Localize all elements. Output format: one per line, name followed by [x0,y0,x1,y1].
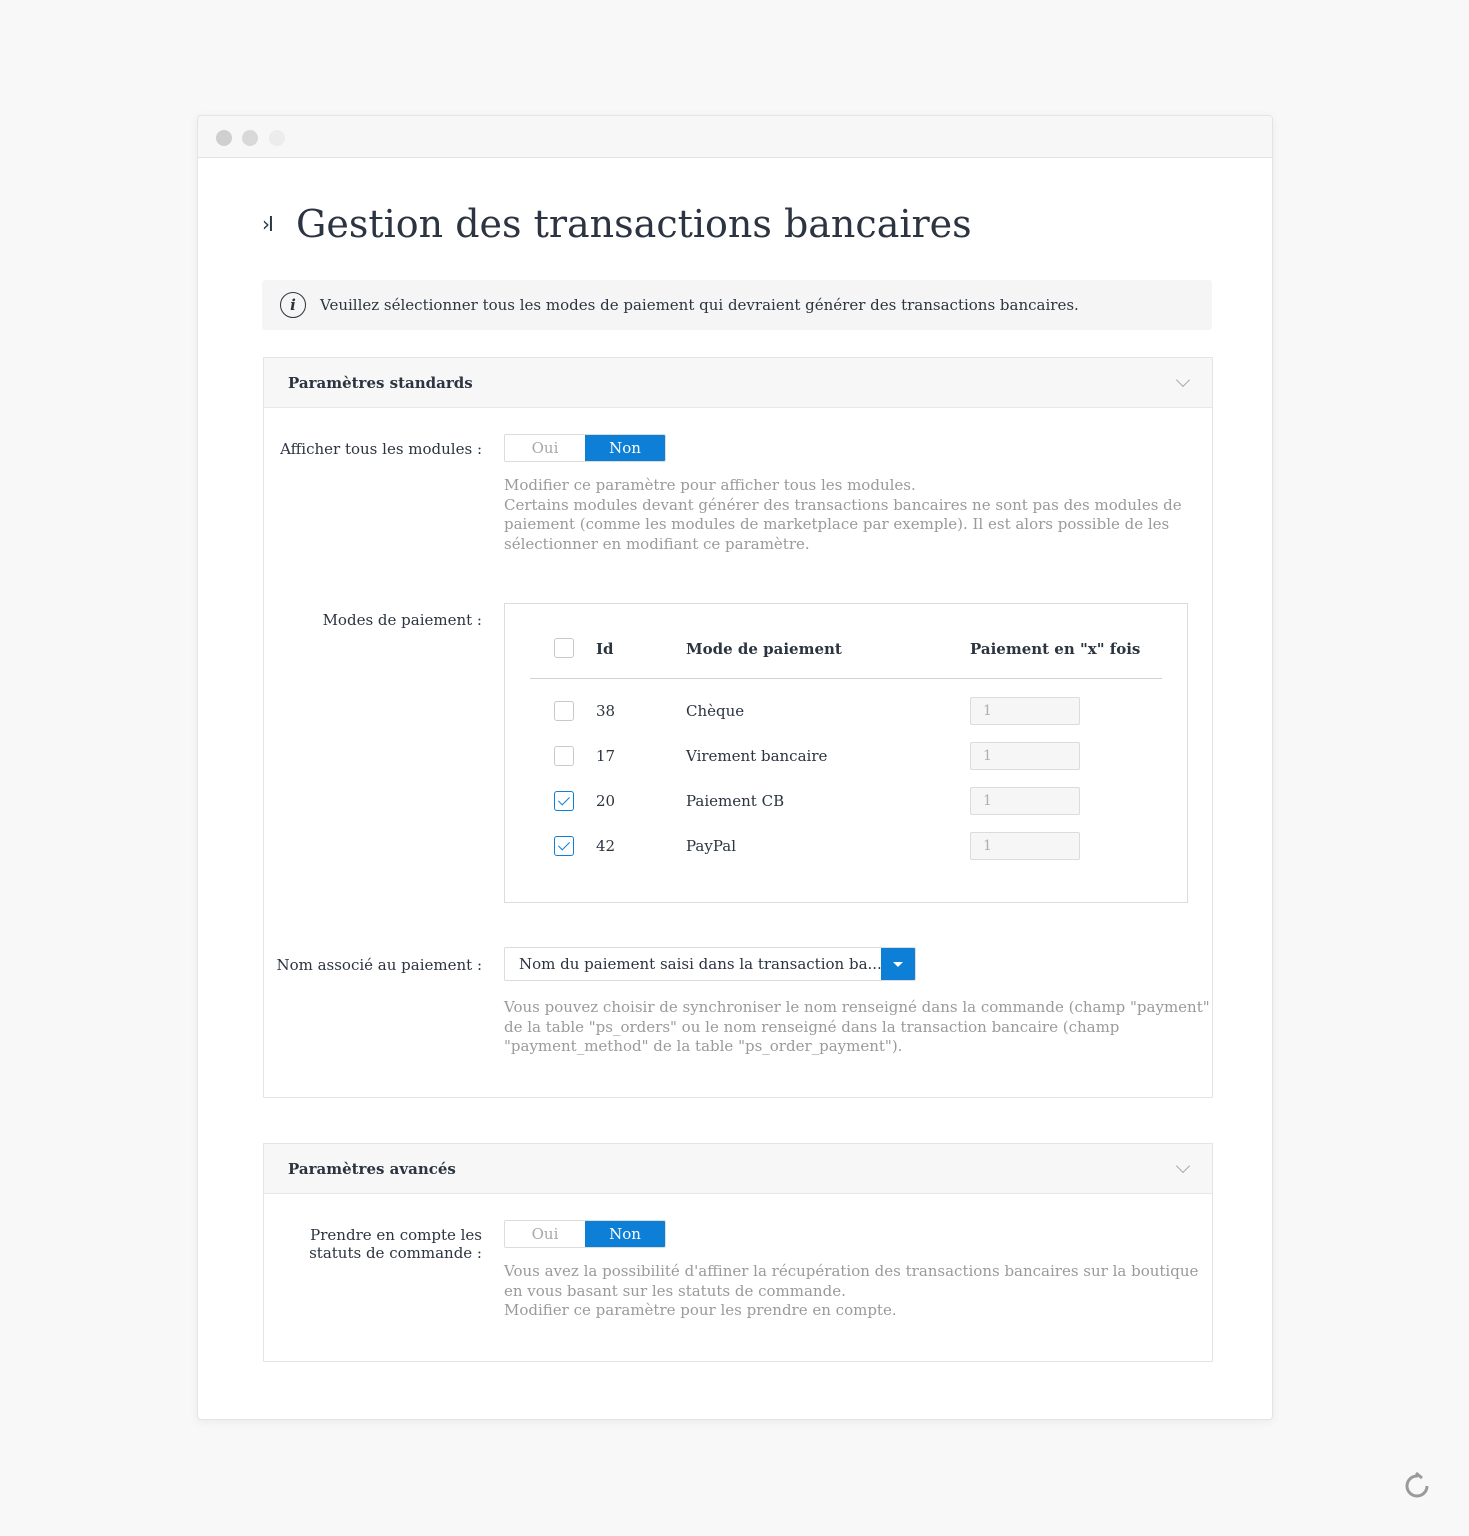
row-checkbox[interactable] [554,836,574,856]
row-mode-name: Virement bancaire [686,747,828,765]
show-all-modules-help: Modifier ce paramètre pour afficher tous… [504,476,1182,553]
toggle-option-no[interactable]: Non [585,1221,665,1247]
column-header-id: Id [596,640,614,658]
row-mode-name: Paiement CB [686,792,785,810]
chevron-down-icon[interactable] [1175,372,1191,387]
window-minimize-button[interactable] [242,130,258,146]
page-title: ›I Gestion des transactions bancaires [262,202,972,246]
payment-name-label: Nom associé au paiement : [276,956,482,974]
toggle-option-no[interactable]: Non [585,435,665,461]
row-checkbox[interactable] [554,746,574,766]
window-titlebar [198,116,1272,158]
page-title-text: Gestion des transactions bancaires [296,202,972,246]
order-status-toggle[interactable]: Oui Non [504,1220,666,1248]
brand-logo-icon [1405,1471,1429,1498]
row-mode-name: PayPal [686,837,736,855]
row-times-input[interactable]: 1 [970,787,1080,815]
column-header-times: Paiement en "x" fois [970,640,1141,658]
row-times-input[interactable]: 1 [970,832,1080,860]
standard-settings-header[interactable]: Paramètres standards [264,358,1212,408]
payment-name-select-value: Nom du paiement saisi dans la transactio… [519,955,881,973]
order-status-help: Vous avez la possibilité d'affiner la ré… [504,1262,1199,1319]
row-times-input[interactable]: 1 [970,742,1080,770]
window-maximize-button[interactable] [269,130,285,146]
caret-down-icon [893,961,903,967]
toggle-option-yes[interactable]: Oui [505,1221,585,1247]
chevron-down-icon[interactable] [1175,1158,1191,1173]
table-header-divider [530,678,1162,679]
row-id: 17 [596,747,616,765]
info-text: Veuillez sélectionner tous les modes de … [320,296,1079,314]
show-all-modules-label: Afficher tous les modules : [280,440,482,458]
row-checkbox[interactable] [554,701,574,721]
dropdown-toggle-button[interactable] [881,948,915,980]
order-status-label: Prendre en compte les statuts de command… [309,1226,482,1262]
payment-modes-label: Modes de paiement : [322,611,482,629]
row-mode-name: Chèque [686,702,745,720]
column-header-mode: Mode de paiement [686,640,842,658]
toggle-option-yes[interactable]: Oui [505,435,585,461]
row-times-input[interactable]: 1 [970,697,1080,725]
show-all-modules-toggle[interactable]: Oui Non [504,434,666,462]
row-id: 38 [596,702,616,720]
info-icon: i [280,292,306,318]
payment-name-help: Vous pouvez choisir de synchroniser le n… [504,998,1210,1055]
panel-title: Paramètres standards [288,373,473,392]
collapse-sidebar-icon[interactable]: ›I [262,212,296,236]
standard-settings-panel: Paramètres standards Afficher tous les m… [263,357,1213,1098]
payment-modes-table: Id Mode de paiement Paiement en "x" fois… [504,603,1188,903]
row-checkbox[interactable] [554,791,574,811]
panel-title: Paramètres avancés [288,1159,456,1178]
info-alert: i Veuillez sélectionner tous les modes d… [262,280,1212,330]
advanced-settings-header[interactable]: Paramètres avancés [264,1144,1212,1194]
payment-name-select[interactable]: Nom du paiement saisi dans la transactio… [504,947,916,981]
browser-window: ›I Gestion des transactions bancaires i … [197,115,1273,1420]
advanced-settings-panel: Paramètres avancés Prendre en compte les… [263,1143,1213,1362]
select-all-checkbox[interactable] [554,638,574,658]
window-close-button[interactable] [216,130,232,146]
row-id: 20 [596,792,616,810]
row-id: 42 [596,837,616,855]
